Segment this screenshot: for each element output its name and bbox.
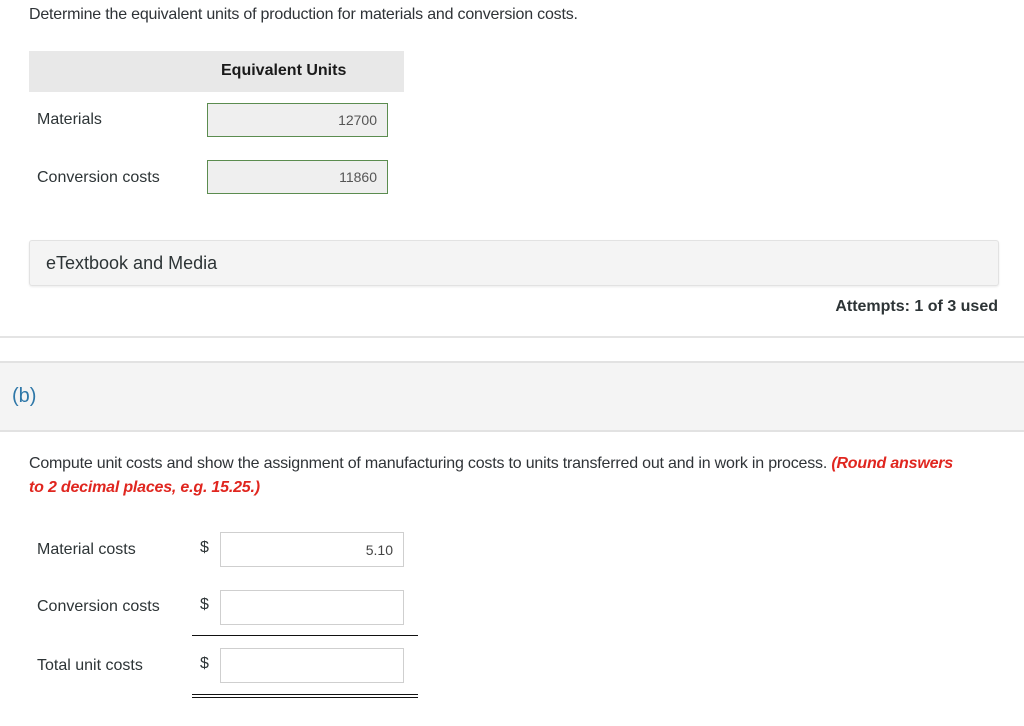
conversion-costs-unit-label: Conversion costs: [37, 598, 160, 615]
section-divider: [0, 336, 1024, 338]
dollar-sign: $: [200, 539, 209, 556]
part-b-header: (b): [0, 361, 1024, 432]
part-b-instruction-text: Compute unit costs and show the assignme…: [29, 455, 828, 472]
equivalent-units-header: Equivalent Units: [29, 51, 404, 92]
part-b-label: (b): [12, 385, 37, 407]
part-a-instruction: Determine the equivalent units of produc…: [29, 6, 578, 23]
subtotal-rule: [192, 635, 418, 636]
conversion-costs-unit-input[interactable]: [220, 590, 404, 625]
conversion-costs-label: Conversion costs: [37, 169, 160, 186]
dollar-sign: $: [200, 655, 209, 672]
total-unit-costs-label: Total unit costs: [37, 657, 143, 674]
materials-label: Materials: [37, 111, 102, 128]
etextbook-media-button[interactable]: eTextbook and Media: [29, 240, 999, 286]
total-double-rule: [192, 694, 418, 698]
dollar-sign: $: [200, 596, 209, 613]
material-costs-label: Material costs: [37, 541, 136, 558]
conversion-costs-equivalent-units-input[interactable]: [207, 160, 388, 194]
attempts-counter: Attempts: 1 of 3 used: [835, 298, 998, 315]
total-unit-costs-input[interactable]: [220, 648, 404, 683]
material-costs-input[interactable]: [220, 532, 404, 567]
equivalent-units-header-label: Equivalent Units: [221, 62, 347, 79]
part-b-instruction: Compute unit costs and show the assignme…: [29, 452, 969, 500]
materials-equivalent-units-input[interactable]: [207, 103, 388, 137]
etextbook-media-label: eTextbook and Media: [46, 253, 218, 273]
